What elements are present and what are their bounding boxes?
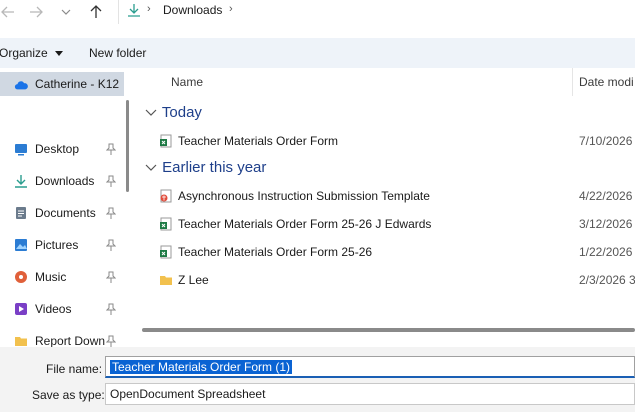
- nav-scrollbar-thumb[interactable]: [126, 100, 129, 192]
- file-row[interactable]: Teacher Materials Order Form 25-26 1/22/…: [134, 238, 635, 266]
- save-as-type-value: OpenDocument Spreadsheet: [110, 387, 266, 401]
- folder-icon: [160, 276, 172, 285]
- nav-item-music[interactable]: Music: [0, 265, 124, 289]
- onedrive-cloud-icon: [14, 81, 28, 90]
- nav-item-desktop[interactable]: Desktop: [0, 137, 124, 161]
- pin-icon[interactable]: [106, 207, 116, 219]
- column-header-date[interactable]: Date modi: [579, 75, 634, 89]
- nav-item-pictures[interactable]: Pictures: [0, 233, 124, 257]
- file-name: Teacher Materials Order Form: [178, 134, 339, 148]
- pin-icon[interactable]: [106, 335, 116, 347]
- file-name: Teacher Materials Order Form 25-26: [178, 245, 373, 259]
- file-row[interactable]: Asynchronous Instruction Submission Temp…: [134, 182, 635, 210]
- download-icon: [128, 4, 140, 17]
- nav-onedrive-label: Catherine - K12: [35, 77, 120, 91]
- address-bar: › Downloads ›: [0, 0, 635, 38]
- group-header-earlier-this-year[interactable]: Earlier this year: [144, 159, 266, 176]
- nav-label: Downloads: [35, 174, 95, 188]
- group-label: Today: [161, 104, 202, 121]
- column-header-name[interactable]: Name: [171, 75, 203, 89]
- file-row[interactable]: Teacher Materials Order Form 25-26 J Edw…: [134, 210, 635, 238]
- pin-icon[interactable]: [106, 271, 116, 283]
- breadcrumb-chevron-icon[interactable]: ›: [229, 3, 233, 15]
- videos-icon: [15, 303, 27, 315]
- file-list-horizontal-scrollbar[interactable]: [142, 328, 635, 332]
- save-as-type-label: Save as type:: [32, 388, 105, 402]
- file-name-label: File name:: [46, 362, 103, 376]
- column-divider[interactable]: [572, 68, 573, 96]
- nav-label: Documents: [35, 206, 96, 220]
- folder-icon: [15, 337, 27, 346]
- file-date: 7/10/2026: [579, 134, 633, 148]
- chevron-down-icon: [61, 9, 71, 15]
- address-divider: [118, 0, 119, 24]
- web-document-icon: [160, 189, 172, 203]
- group-label: Earlier this year: [162, 159, 267, 176]
- forward-arrow-icon: [30, 6, 43, 18]
- file-date: 1/22/2026: [579, 245, 633, 259]
- up-button[interactable]: [84, 2, 108, 22]
- file-date: 3/12/2026: [579, 217, 633, 231]
- file-name: Asynchronous Instruction Submission Temp…: [178, 189, 430, 203]
- pin-icon[interactable]: [106, 175, 116, 187]
- nav-item-videos[interactable]: Videos: [0, 297, 124, 321]
- new-folder-button[interactable]: New folder: [89, 46, 146, 60]
- nav-label: Report Down: [35, 334, 106, 347]
- spreadsheet-icon: [160, 217, 172, 231]
- nav-item-report-downloads[interactable]: Report Down: [0, 329, 124, 347]
- pin-icon[interactable]: [106, 303, 116, 315]
- nav-item-documents[interactable]: Documents: [0, 201, 124, 225]
- column-header-row: Name Date modi: [134, 68, 635, 96]
- up-arrow-icon: [90, 5, 102, 18]
- spreadsheet-icon: [160, 245, 172, 259]
- pictures-icon: [15, 239, 27, 251]
- nav-label: Music: [35, 270, 67, 284]
- recent-locations-button[interactable]: [54, 2, 78, 22]
- file-name-input[interactable]: Teacher Materials Order Form (1): [105, 356, 635, 378]
- nav-label: Desktop: [35, 142, 80, 156]
- save-as-type-select[interactable]: OpenDocument Spreadsheet: [105, 383, 635, 405]
- file-name: Teacher Materials Order Form 25-26 J Edw…: [178, 217, 432, 231]
- file-list: Name Date modi Today Teacher Materials O…: [134, 68, 635, 347]
- pin-icon[interactable]: [106, 239, 116, 251]
- nav-label: Pictures: [35, 238, 79, 252]
- navigation-pane: Catherine - K12 Desktop Downloads Docume…: [0, 68, 124, 347]
- music-icon: [15, 271, 27, 283]
- back-button[interactable]: [0, 2, 20, 22]
- dropdown-caret-icon: [55, 51, 64, 57]
- nav-item-downloads[interactable]: Downloads: [0, 169, 124, 193]
- forward-button[interactable]: [24, 2, 48, 22]
- save-form: File name: Teacher Materials Order Form …: [0, 347, 635, 412]
- new-folder-label: New folder: [89, 46, 147, 60]
- chevron-down-icon: [145, 109, 157, 116]
- desktop-icon: [15, 144, 27, 156]
- spreadsheet-icon: [160, 134, 172, 148]
- command-toolbar: Organize New folder: [0, 38, 635, 68]
- file-date: 4/22/2026: [579, 189, 633, 203]
- breadcrumb-separator-icon: ›: [147, 3, 151, 15]
- nav-item-onedrive[interactable]: Catherine - K12: [0, 72, 124, 96]
- organize-label: Organize: [0, 46, 48, 60]
- file-date: 2/3/2026 3: [579, 273, 635, 287]
- chevron-down-icon: [145, 164, 157, 171]
- folder-row[interactable]: Z Lee 2/3/2026 3: [134, 266, 635, 294]
- pin-icon[interactable]: [106, 143, 116, 155]
- group-header-today[interactable]: Today: [144, 104, 202, 121]
- file-row[interactable]: Teacher Materials Order Form 7/10/2026: [134, 127, 635, 155]
- back-arrow-icon: [1, 6, 14, 18]
- nav-label: Videos: [35, 302, 72, 316]
- download-icon: [15, 175, 27, 188]
- breadcrumb-downloads[interactable]: Downloads: [163, 3, 222, 17]
- location-download-icon-wrap: [127, 3, 141, 20]
- document-icon: [16, 207, 26, 219]
- file-name: Z Lee: [178, 273, 209, 287]
- organize-button[interactable]: Organize: [0, 46, 64, 60]
- file-name-value: Teacher Materials Order Form (1): [110, 360, 293, 374]
